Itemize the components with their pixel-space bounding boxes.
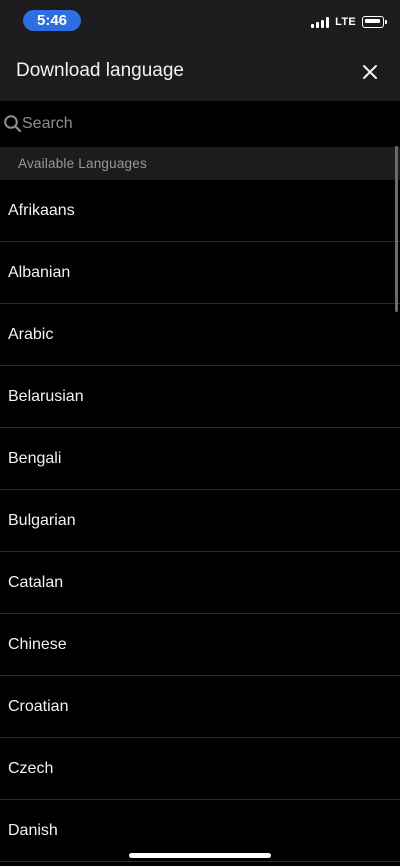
language-label: Danish: [8, 821, 58, 839]
language-item[interactable]: Bulgarian: [0, 490, 400, 552]
language-item[interactable]: Afrikaans: [0, 180, 400, 242]
language-label: Croatian: [8, 697, 69, 715]
header: Download language: [0, 44, 400, 101]
language-label: Albanian: [8, 263, 71, 281]
language-item[interactable]: Albanian: [0, 242, 400, 304]
section-header: Available Languages: [0, 147, 400, 180]
status-indicators: LTE: [311, 14, 387, 30]
language-label: Bengali: [8, 449, 62, 467]
language-label: Czech: [8, 759, 54, 777]
language-label: Belarusian: [8, 387, 84, 405]
close-button[interactable]: [356, 58, 384, 86]
language-label: Arabic: [8, 325, 54, 343]
status-time: 5:46: [23, 10, 81, 31]
language-item[interactable]: Chinese: [0, 614, 400, 676]
close-icon: [363, 65, 377, 79]
language-label: Bulgarian: [8, 511, 76, 529]
search-icon: [4, 115, 22, 133]
page-title: Download language: [16, 60, 184, 81]
language-list: Afrikaans Albanian Arabic Belarusian Ben…: [0, 180, 400, 862]
language-item[interactable]: Bengali: [0, 428, 400, 490]
language-item[interactable]: Arabic: [0, 304, 400, 366]
home-indicator[interactable]: [129, 853, 271, 858]
signal-icon: [311, 16, 330, 28]
language-label: Afrikaans: [8, 201, 75, 219]
section-label: Available Languages: [18, 156, 147, 171]
language-label: Catalan: [8, 573, 64, 591]
scrollbar[interactable]: [395, 146, 398, 312]
language-label: Chinese: [8, 635, 67, 653]
battery-icon: [362, 16, 387, 28]
language-item[interactable]: Czech: [0, 738, 400, 800]
language-item[interactable]: Belarusian: [0, 366, 400, 428]
network-label: LTE: [335, 16, 356, 28]
language-item[interactable]: Croatian: [0, 676, 400, 738]
search-bar: [0, 101, 400, 147]
language-item[interactable]: Catalan: [0, 552, 400, 614]
search-input[interactable]: [22, 111, 382, 137]
status-bar: 5:46 LTE: [0, 0, 400, 44]
